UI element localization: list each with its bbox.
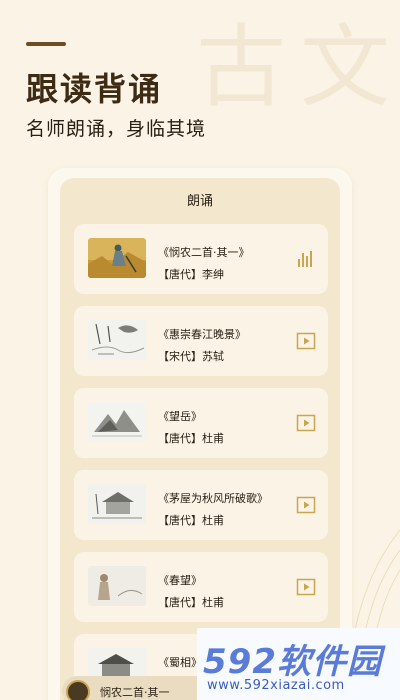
poem-author: 【唐代】杜甫 [158, 432, 224, 445]
poem-title: 《春望》 [158, 574, 202, 587]
poem-card[interactable]: 《望岳》 【唐代】杜甫 [74, 388, 328, 458]
poem-author: 【唐代】李绅 [158, 268, 224, 281]
mini-player-cover [66, 680, 90, 700]
watermark-logo: 592软件园 [203, 642, 382, 682]
poem-thumbnail [88, 566, 146, 606]
poem-thumbnail [88, 484, 146, 524]
play-icon[interactable] [296, 413, 316, 433]
mini-player[interactable]: 悯农二首·其一 [62, 676, 212, 700]
poem-author: 【唐代】杜甫 [158, 514, 224, 527]
page-title: 跟读背诵 [26, 70, 163, 108]
poem-title: 《茅屋为秋风所破歌》 [158, 492, 268, 505]
poem-card[interactable]: 《茅屋为秋风所破歌》 【唐代】杜甫 [74, 470, 328, 540]
watermark-url: www.592xiazai.com [207, 678, 345, 693]
poem-card[interactable]: 《悯农二首·其一》 【唐代】李绅 [74, 224, 328, 294]
poem-thumbnail [88, 238, 146, 278]
recitation-panel: 朗诵 《悯农二首·其一》 【唐代】李绅 《惠崇春江晚景》 【宋代】苏轼 《望岳》… [60, 178, 340, 700]
poem-title: 《蜀相》 [158, 656, 202, 669]
equalizer-icon[interactable] [296, 249, 316, 269]
background-decoration-text: 古文 [196, 15, 400, 120]
poem-card[interactable]: 《惠崇春江晚景》 【宋代】苏轼 [74, 306, 328, 376]
poem-title: 《悯农二首·其一》 [158, 246, 250, 259]
mini-player-title: 悯农二首·其一 [100, 686, 170, 699]
poem-title: 《惠崇春江晚景》 [158, 328, 246, 341]
watermark: 592软件园 www.592xiazai.com [197, 628, 400, 700]
poem-title: 《望岳》 [158, 410, 202, 423]
play-icon[interactable] [296, 495, 316, 515]
play-icon[interactable] [296, 577, 316, 597]
poem-author: 【宋代】苏轼 [158, 350, 224, 363]
page-subtitle: 名师朗诵，身临其境 [26, 118, 207, 140]
panel-title: 朗诵 [186, 194, 213, 209]
poem-thumbnail [88, 320, 146, 360]
poem-thumbnail [88, 402, 146, 442]
play-icon[interactable] [296, 331, 316, 351]
poem-card[interactable]: 《春望》 【唐代】杜甫 [74, 552, 328, 622]
poem-author: 【唐代】杜甫 [158, 596, 224, 609]
header-accent-bar [26, 42, 66, 46]
